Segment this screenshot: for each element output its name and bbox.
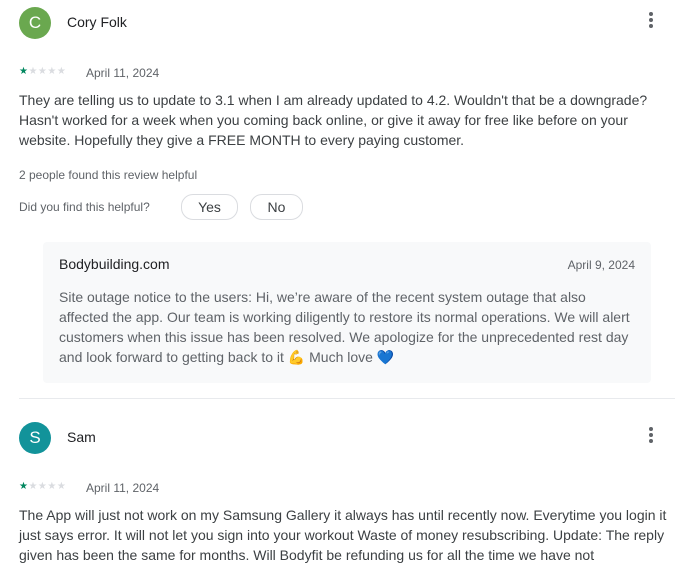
star-rating: ★★★★★: [19, 66, 66, 78]
star-empty-icons: ★★★★: [28, 481, 67, 492]
review-text: The App will just not work on my Samsung…: [19, 507, 667, 563]
helpful-yes-button[interactable]: Yes: [181, 194, 238, 220]
review-header: S Sam: [19, 422, 669, 454]
reply-text: Site outage notice to the users: Hi, we’…: [59, 289, 630, 365]
more-options-icon[interactable]: [639, 11, 663, 35]
review-text: They are telling us to update to 3.1 whe…: [19, 92, 648, 148]
reviewer-name: Cory Folk: [67, 14, 127, 30]
reply-date: April 9, 2024: [567, 258, 635, 272]
star-empty-icons: ★★★★: [28, 66, 67, 77]
helpful-question: Did you find this helpful?: [19, 200, 150, 214]
reviewer-name: Sam: [67, 429, 96, 445]
developer-name: Bodybuilding.com: [59, 256, 170, 272]
review-card: S Sam ★★★★★ April 11, 2024 The App will …: [0, 399, 677, 568]
star-rating: ★★★★★: [19, 481, 66, 493]
more-options-icon[interactable]: [639, 426, 663, 450]
developer-reply: Bodybuilding.com April 9, 2024 Site outa…: [43, 242, 651, 383]
helpful-no-button[interactable]: No: [250, 194, 303, 220]
review-header: C Cory Folk: [19, 7, 669, 39]
review-date: April 11, 2024: [86, 481, 160, 495]
avatar: C: [19, 7, 51, 39]
helpful-count: 2 people found this review helpful: [19, 168, 198, 182]
review-date: April 11, 2024: [86, 66, 160, 80]
review-card: C Cory Folk ★★★★★ April 11, 2024 They ar…: [0, 0, 677, 398]
avatar: S: [19, 422, 51, 454]
